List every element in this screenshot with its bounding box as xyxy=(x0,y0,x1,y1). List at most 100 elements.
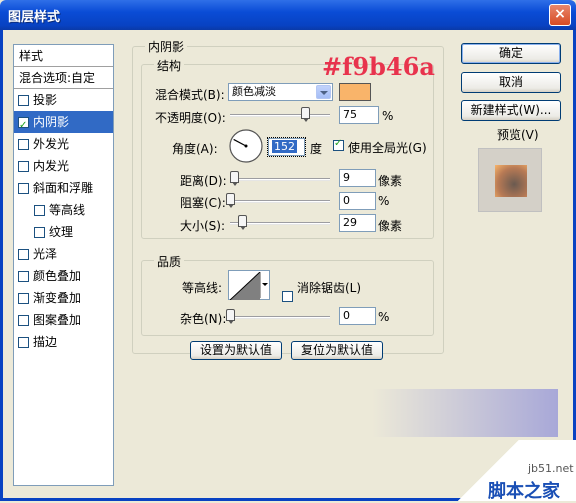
size-unit: 像素 xyxy=(378,219,403,233)
chevron-down-icon[interactable] xyxy=(260,272,268,298)
reset-default-button[interactable]: 复位为默认值 xyxy=(291,341,383,360)
style-item-label: 描边 xyxy=(33,335,58,349)
style-item-label: 斜面和浮雕 xyxy=(33,181,94,195)
style-item[interactable]: 外发光 xyxy=(14,133,113,155)
opacity-slider-track[interactable] xyxy=(230,114,330,117)
opacity-label: 不透明度(O): xyxy=(155,111,226,125)
style-item[interactable]: 内阴影 xyxy=(14,111,113,137)
style-item-label: 投影 xyxy=(33,93,58,107)
style-item-checkbox[interactable] xyxy=(18,314,29,326)
anti-alias-label[interactable]: 消除锯齿(L) xyxy=(297,279,361,296)
noise-input[interactable]: 0 xyxy=(339,307,376,325)
noise-slider-track[interactable] xyxy=(230,316,330,319)
style-item[interactable]: 描边 xyxy=(14,331,113,353)
blend-mode-label: 混合模式(B): xyxy=(155,88,225,102)
set-default-button[interactable]: 设置为默认值 xyxy=(190,341,282,360)
title-bar[interactable]: 图层样式 × xyxy=(0,0,576,30)
global-light-label[interactable]: 使用全局光(G) xyxy=(348,139,427,156)
style-item-label: 外发光 xyxy=(33,137,70,151)
angle-label: 角度(A): xyxy=(172,142,218,156)
preview-swatch xyxy=(495,165,527,197)
size-input[interactable]: 29 xyxy=(339,214,376,232)
opacity-slider-thumb[interactable] xyxy=(301,107,310,122)
style-item-label: 等高线 xyxy=(49,203,86,217)
style-item-checkbox[interactable] xyxy=(18,248,29,260)
style-item-checkbox[interactable] xyxy=(18,182,29,194)
blend-options-item[interactable]: 混合选项:自定 xyxy=(14,67,113,89)
cancel-button[interactable]: 取消 xyxy=(461,72,561,93)
style-item-label: 光泽 xyxy=(33,247,58,261)
choke-label: 阻塞(C): xyxy=(180,196,226,210)
noise-unit: % xyxy=(378,310,390,324)
style-item-checkbox[interactable] xyxy=(18,138,29,150)
angle-unit: 度 xyxy=(310,142,323,156)
watermark-name: 脚本之家 xyxy=(488,481,560,502)
global-light-checkbox[interactable] xyxy=(333,138,344,151)
distance-input[interactable]: 9 xyxy=(339,169,376,187)
contour-preview-icon xyxy=(230,272,260,300)
style-item[interactable]: 等高线 xyxy=(14,199,113,221)
distance-slider-thumb[interactable] xyxy=(230,171,239,186)
style-item[interactable]: 投影 xyxy=(14,89,113,111)
chevron-down-icon[interactable] xyxy=(316,85,331,99)
style-item-checkbox[interactable] xyxy=(18,270,29,282)
noise-label: 杂色(N): xyxy=(180,312,227,326)
opacity-value: 75 xyxy=(343,108,357,121)
preview-label[interactable]: 预览(V) xyxy=(497,126,539,143)
size-value: 29 xyxy=(343,216,357,229)
size-label: 大小(S): xyxy=(180,219,226,233)
style-items: 投影内阴影外发光内发光斜面和浮雕等高线纹理光泽颜色叠加渐变叠加图案叠加描边 xyxy=(14,89,113,353)
close-button[interactable]: × xyxy=(549,4,571,26)
distance-unit: 像素 xyxy=(378,174,403,188)
opacity-input[interactable]: 75 xyxy=(339,106,379,124)
style-list-header[interactable]: 样式 xyxy=(14,45,113,67)
angle-dial-icon xyxy=(229,129,263,163)
style-item-checkbox[interactable] xyxy=(18,115,29,137)
style-item[interactable]: 颜色叠加 xyxy=(14,265,113,287)
style-item-checkbox[interactable] xyxy=(18,292,29,304)
ok-button[interactable]: 确定 xyxy=(461,43,561,64)
style-item[interactable]: 渐变叠加 xyxy=(14,287,113,309)
distance-label: 距离(D): xyxy=(180,174,227,188)
choke-unit: % xyxy=(378,194,390,208)
style-item-checkbox[interactable] xyxy=(34,204,45,216)
structure-group-label: 结构 xyxy=(154,57,185,74)
decorative-gradient xyxy=(372,389,558,437)
contour-picker[interactable] xyxy=(228,270,270,300)
watermark-site: jb51.net xyxy=(528,462,574,475)
style-item[interactable]: 斜面和浮雕 xyxy=(14,177,113,199)
style-item[interactable]: 内发光 xyxy=(14,155,113,177)
style-item-checkbox[interactable] xyxy=(18,336,29,348)
angle-input[interactable]: 152 xyxy=(267,137,306,157)
blend-mode-value: 颜色减淡 xyxy=(232,85,276,98)
style-preview-thumbnail xyxy=(478,148,542,212)
anti-alias-checkbox[interactable] xyxy=(282,291,293,302)
choke-slider-thumb[interactable] xyxy=(226,193,235,208)
style-item-label: 渐变叠加 xyxy=(33,291,82,305)
contour-label: 等高线: xyxy=(182,281,223,295)
style-item-checkbox[interactable] xyxy=(18,94,29,106)
style-list: 样式 混合选项:自定 投影内阴影外发光内发光斜面和浮雕等高线纹理光泽颜色叠加渐变… xyxy=(13,44,114,486)
style-item[interactable]: 光泽 xyxy=(14,243,113,265)
choke-input[interactable]: 0 xyxy=(339,192,376,210)
new-style-button[interactable]: 新建样式(W)... xyxy=(461,100,561,121)
style-item-label: 内阴影 xyxy=(33,115,70,129)
blend-mode-select[interactable]: 颜色减淡 xyxy=(228,83,333,101)
choke-slider-track[interactable] xyxy=(230,200,330,203)
style-item-label: 纹理 xyxy=(49,225,74,239)
distance-slider-track[interactable] xyxy=(230,178,330,181)
style-item-checkbox[interactable] xyxy=(34,226,45,238)
quality-group-label: 品质 xyxy=(154,253,185,270)
style-item-checkbox[interactable] xyxy=(18,160,29,172)
style-item[interactable]: 纹理 xyxy=(14,221,113,243)
distance-value: 9 xyxy=(343,171,350,184)
angle-dial[interactable] xyxy=(228,128,264,164)
style-item[interactable]: 图案叠加 xyxy=(14,309,113,331)
inner-shadow-group-label: 内阴影 xyxy=(145,38,188,55)
choke-value: 0 xyxy=(343,194,350,207)
shadow-color-swatch[interactable] xyxy=(339,83,371,101)
window-title: 图层样式 xyxy=(8,10,61,25)
noise-slider-thumb[interactable] xyxy=(226,309,235,324)
style-item-label: 内发光 xyxy=(33,159,70,173)
size-slider-thumb[interactable] xyxy=(238,215,247,230)
